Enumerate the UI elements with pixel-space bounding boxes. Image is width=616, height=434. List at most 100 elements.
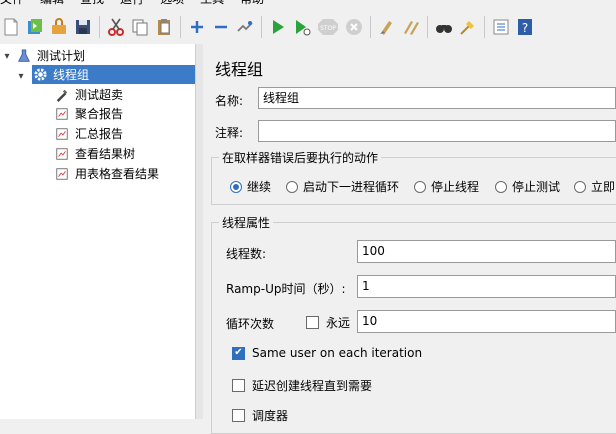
tree-node-test-plan[interactable]: 测试计划 (16, 46, 85, 65)
checkbox-label: 永远 (326, 316, 351, 330)
tree-node-sampler[interactable]: 测试超卖 (54, 85, 123, 104)
copy-icon[interactable] (129, 16, 151, 38)
checkbox-label: Same user on each iteration (252, 346, 423, 360)
shutdown-icon[interactable] (343, 16, 365, 38)
checkbox-label: 延迟创建线程直到需要 (252, 379, 373, 393)
open-icon[interactable] (48, 16, 70, 38)
clear-icon[interactable] (376, 16, 398, 38)
menu-bar: 文件 编辑 查找 运行 选项 工具 帮助 (0, 0, 616, 7)
paste-icon[interactable] (153, 16, 175, 38)
tree-node-label: 聚合报告 (75, 107, 124, 121)
scheduler-checkbox[interactable]: 调度器 (232, 407, 288, 424)
menu-help[interactable]: 帮助 (240, 0, 264, 7)
collapse-toggle-icon[interactable]: ▾ (16, 71, 26, 82)
tree-node-label: 查看结果树 (75, 147, 136, 161)
menu-search[interactable]: 查找 (80, 0, 104, 7)
save-icon[interactable] (72, 16, 94, 38)
radio-label: 立即 (591, 180, 616, 194)
tree-node-label: 汇总报告 (75, 127, 124, 141)
name-field[interactable]: 线程组 (258, 87, 616, 109)
tree-node-listener[interactable]: 聚合报告 (54, 104, 123, 123)
report-icon (54, 166, 70, 182)
loop-count-field[interactable]: 10 (357, 310, 616, 333)
tree-node-label: 线程组 (53, 68, 90, 82)
page-title: 线程组 (215, 60, 264, 79)
collapse-toggle-icon[interactable]: ▾ (2, 51, 12, 62)
rampup-label: Ramp-Up时间（秒）: (226, 282, 346, 296)
radio-button[interactable] (286, 180, 298, 193)
threads-label: 线程数: (226, 247, 267, 261)
report-icon (54, 106, 70, 122)
radio-start-next-loop[interactable]: 启动下一进程循环 (286, 178, 399, 195)
checkbox[interactable] (306, 316, 319, 329)
reset-search-icon[interactable] (457, 16, 479, 38)
radio-continue[interactable]: 继续 (230, 178, 271, 195)
svg-text:STOP: STOP (320, 25, 336, 32)
search-icon[interactable] (433, 16, 455, 38)
toggle-icon[interactable] (234, 16, 256, 38)
radio-button[interactable] (574, 180, 586, 193)
add-icon[interactable] (186, 16, 208, 38)
radio-stop-test-now[interactable]: 立即 (574, 178, 615, 195)
same-user-checkbox[interactable]: ✔ Same user on each iteration (232, 346, 422, 360)
threads-field[interactable]: 100 (357, 240, 616, 263)
radio-button[interactable] (414, 180, 426, 193)
tree-node-thread-group[interactable]: 线程组 (32, 65, 195, 84)
menu-edit[interactable]: 编辑 (40, 0, 64, 7)
checkbox[interactable] (232, 409, 245, 422)
test-plan-tree: ▾ 测试计划 ▾ 线程组 测试超卖 聚合报告 汇总报告 查看结果树 用表格查看结… (0, 44, 196, 419)
remove-icon[interactable] (210, 16, 232, 38)
menu-run[interactable]: 运行 (120, 0, 144, 7)
comment-field[interactable] (258, 120, 616, 142)
help-icon[interactable]: ? (514, 16, 536, 38)
split-divider[interactable] (195, 44, 203, 419)
start-icon[interactable] (267, 16, 289, 38)
checkbox-label: 调度器 (252, 409, 289, 423)
clear-all-icon[interactable] (400, 16, 422, 38)
checkbox[interactable] (232, 379, 245, 392)
radio-label: 启动下一进程循环 (303, 180, 400, 194)
error-action-title: 在取样器错误后要执行的动作 (219, 149, 382, 166)
rampup-field[interactable]: 1 (357, 275, 616, 298)
name-label: 名称: (215, 94, 244, 108)
function-helper-icon[interactable] (490, 16, 512, 38)
radio-stop-thread[interactable]: 停止线程 (414, 178, 479, 195)
menu-tools[interactable]: 工具 (200, 0, 224, 7)
toolbar-separator (261, 16, 262, 38)
radio-button[interactable] (495, 180, 507, 193)
radio-button[interactable] (230, 180, 242, 193)
tree-node-listener[interactable]: 查看结果树 (54, 144, 135, 163)
menu-options[interactable]: 选项 (160, 0, 184, 7)
loop-count-label: 循环次数 (226, 317, 275, 331)
pipette-icon (54, 87, 70, 103)
thread-group-panel: 线程组 名称: 线程组 注释: 在取样器错误后要执行的动作 继续 启动下一进程循… (203, 44, 616, 434)
templates-icon[interactable] (24, 16, 46, 38)
stop-icon[interactable]: STOP (315, 16, 341, 38)
start-no-pause-icon[interactable] (291, 16, 313, 38)
toolbar-separator (99, 16, 100, 38)
radio-label: 停止测试 (512, 180, 561, 194)
radio-label: 继续 (247, 180, 272, 194)
comment-label: 注释: (215, 126, 244, 140)
tree-node-label: 测试超卖 (75, 88, 124, 102)
menu-file[interactable]: 文件 (0, 0, 24, 7)
tree-node-label: 用表格查看结果 (75, 167, 160, 181)
cut-icon[interactable] (105, 16, 127, 38)
toolbar-separator (370, 16, 371, 38)
forever-checkbox[interactable]: 永远 (306, 314, 350, 331)
report-icon (54, 146, 70, 162)
tree-node-label: 测试计划 (37, 49, 86, 63)
radio-stop-test[interactable]: 停止测试 (495, 178, 560, 195)
thread-properties-title: 线程属性 (219, 214, 274, 231)
toolbar-separator (427, 16, 428, 38)
new-icon[interactable] (0, 16, 22, 38)
tree-node-listener[interactable]: 汇总报告 (54, 124, 123, 143)
toolbar-separator (484, 16, 485, 38)
delay-thread-creation-checkbox[interactable]: 延迟创建线程直到需要 (232, 377, 372, 394)
report-icon (54, 126, 70, 142)
radio-label: 停止线程 (431, 180, 480, 194)
svg-text:?: ? (522, 21, 528, 35)
tree-node-listener[interactable]: 用表格查看结果 (54, 164, 159, 183)
toolbar: STOP ? (0, 11, 616, 43)
checkbox[interactable]: ✔ (232, 346, 245, 360)
